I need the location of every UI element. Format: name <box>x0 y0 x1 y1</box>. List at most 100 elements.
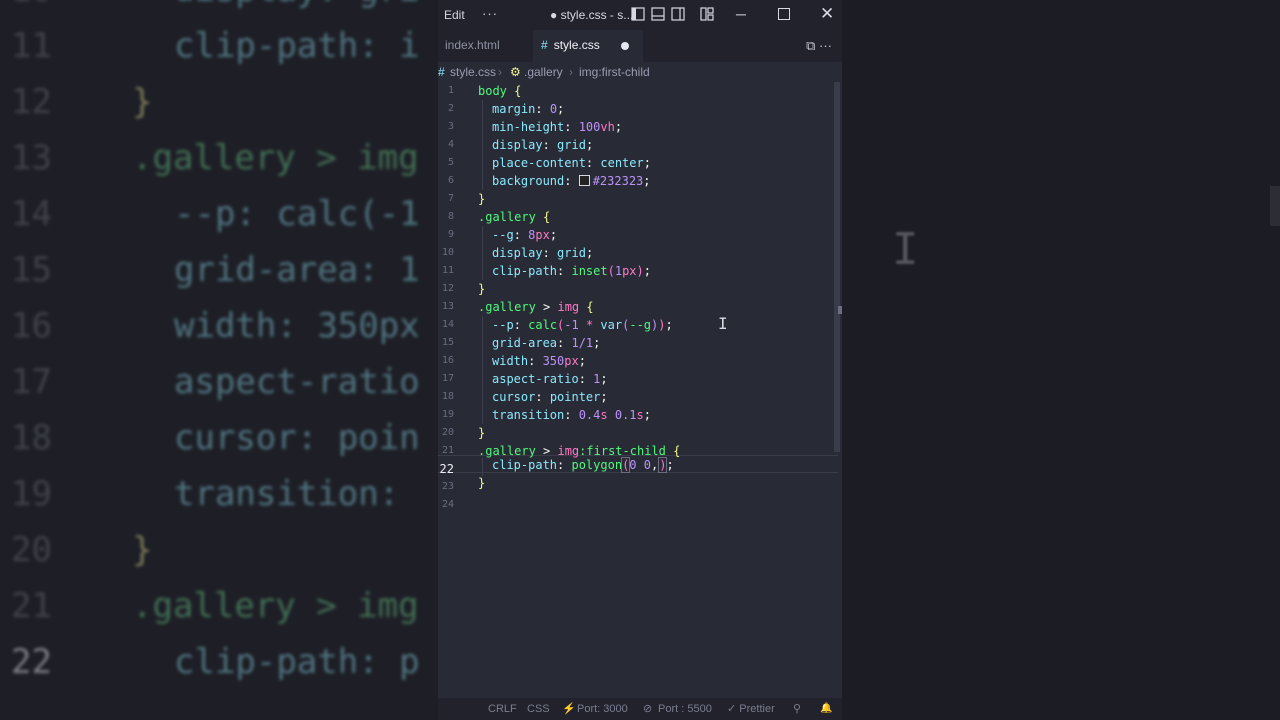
background-code-text: } <box>132 530 153 570</box>
breadcrumb-child[interactable]: img:first-child <box>579 62 650 82</box>
accounts-icon[interactable]: ⚲ <box>793 698 801 720</box>
breadcrumb-selector[interactable]: .gallery <box>524 62 563 82</box>
background-line-number: 20 <box>11 530 52 570</box>
code-line: .gallery { <box>478 210 551 224</box>
breadcrumb-file[interactable]: style.css <box>450 62 496 82</box>
toggle-primary-sidebar-icon[interactable] <box>631 7 645 21</box>
line-number: 1 <box>447 85 454 96</box>
editor-window: Edit ··· ● style.css - s... ─ ✕ index.ht… <box>438 0 842 720</box>
tab-label: index.html <box>445 38 500 52</box>
background-line-number: 18 <box>11 418 52 458</box>
chevron-right-icon: › <box>569 65 573 79</box>
unsaved-dot-icon[interactable] <box>621 42 629 50</box>
line-number: 23 <box>441 481 454 492</box>
code-line-active: clip-path: polygon(0 0,); <box>492 457 674 473</box>
indent-guide <box>482 316 483 424</box>
menu-more-icon[interactable]: ··· <box>482 6 498 21</box>
code-editor[interactable]: 1 2 3 4 5 6 7 8 9 10 11 12 13 14 15 16 17 18 19 20 21 22 23 24 … <box>438 82 842 698</box>
background-line-number: 10 <box>0 0 52 18</box>
code-line: place-content: center; <box>492 156 651 170</box>
line-number: 12 <box>441 283 454 294</box>
window-title: ● style.css - s... <box>550 8 634 22</box>
code-line: width: 350px; <box>492 354 586 368</box>
minimize-button[interactable]: ─ <box>736 6 746 22</box>
code-line: } <box>478 476 486 490</box>
background-line-number: 12 <box>11 82 52 122</box>
code-line: margin: 0; <box>492 102 565 116</box>
line-number: 15 <box>441 337 454 348</box>
background-text-cursor-icon: I <box>892 224 919 275</box>
line-number: 10 <box>441 247 454 258</box>
background-code-text: transition: <box>174 474 420 514</box>
code-line: clip-path: inset(1px); <box>492 264 651 278</box>
background-line-number: 22 <box>11 642 52 682</box>
code-line: cursor: pointer; <box>492 390 608 404</box>
blocked-icon: ⊘ <box>643 703 653 715</box>
background-scroll-edge <box>1270 186 1280 226</box>
customize-layout-icon[interactable] <box>700 7 714 21</box>
background-code-text: grid-area: 1 <box>174 250 420 290</box>
line-number: 14 <box>441 319 454 330</box>
background-right <box>842 0 1280 720</box>
notifications-bell-icon[interactable]: 🔔 <box>820 698 832 720</box>
broadcast-icon: ⚡ <box>562 703 576 715</box>
status-language[interactable]: CSS <box>527 698 550 720</box>
code-line: aspect-ratio: 1; <box>492 372 608 386</box>
line-number: 18 <box>441 391 454 402</box>
background-line-number: 13 <box>11 138 52 178</box>
line-number: 7 <box>447 193 454 204</box>
line-number: 11 <box>441 265 454 276</box>
line-number: 8 <box>447 211 454 222</box>
background-code-text: .gallery > img <box>132 586 419 626</box>
background-line-number: 11 <box>11 26 52 66</box>
code-line: --p: calc(-1 * var(--g)); <box>492 318 673 332</box>
background-code-zoom: 10 display: gri 11 clip-path: i 12} 13 .galler… <box>0 0 438 720</box>
editor-scrollbar[interactable] <box>834 82 840 452</box>
code-line: transition: 0.4s 0.1s; <box>492 408 652 422</box>
line-number: 4 <box>447 139 454 150</box>
color-swatch[interactable] <box>578 175 590 186</box>
code-line: } <box>478 192 486 206</box>
line-number: 24 <box>441 499 454 510</box>
status-port-5500[interactable]: Port : 5500 <box>658 698 712 720</box>
breadcrumb: # style.css › ⚙ .gallery › img:first-chi… <box>438 62 842 82</box>
background-code-text: width: 350px <box>174 306 420 346</box>
code-line: background: #232323; <box>492 174 651 188</box>
line-number: 5 <box>447 157 454 168</box>
background-line-number: 16 <box>11 306 52 346</box>
line-number: 20 <box>441 427 454 438</box>
line-number: 21 <box>441 445 454 456</box>
line-number: 2 <box>447 103 454 114</box>
maximize-button[interactable] <box>778 8 790 20</box>
code-line: display: grid; <box>492 246 594 260</box>
scrollbar-marker <box>838 306 842 314</box>
line-number: 22 <box>439 462 454 476</box>
tab-index-html[interactable]: index.html <box>438 30 532 62</box>
background-code-text: clip-path: p <box>174 642 420 682</box>
background-line-number: 17 <box>11 362 52 402</box>
tab-style-css[interactable]: # style.css <box>533 30 643 62</box>
title-bar: Edit ··· ● style.css - s... ─ ✕ <box>438 0 842 30</box>
line-number: 13 <box>441 301 454 312</box>
background-code-text: } <box>132 82 153 122</box>
code-line: .gallery > img { <box>478 300 594 314</box>
line-number: 3 <box>447 121 454 132</box>
toggle-panel-icon[interactable] <box>651 7 665 21</box>
background-line-number: 14 <box>11 194 52 234</box>
status-eol[interactable]: CRLF <box>488 698 517 720</box>
background-code-text: .gallery > img <box>132 138 419 178</box>
background-code-text: cursor: poin <box>174 418 420 458</box>
background-code-text: --p: calc(-1 <box>174 194 420 234</box>
status-port-3000[interactable]: Port: 3000 <box>577 698 628 720</box>
code-line: display: grid; <box>492 138 594 152</box>
selector-icon: ⚙ <box>510 65 521 79</box>
chevron-right-icon: › <box>498 65 502 79</box>
status-bar: CRLF CSS ⚡ Port: 3000 ⊘ Port : 5500 ✓ Pr… <box>438 698 842 720</box>
status-prettier[interactable]: ✓ Prettier <box>727 698 775 720</box>
menu-edit[interactable]: Edit <box>444 8 465 22</box>
code-line: } <box>478 282 486 296</box>
css-file-icon: # <box>438 65 445 79</box>
split-editor-icon[interactable]: ⧉ ··· <box>806 38 832 54</box>
toggle-secondary-sidebar-icon[interactable] <box>671 7 685 21</box>
close-button[interactable]: ✕ <box>820 4 834 24</box>
